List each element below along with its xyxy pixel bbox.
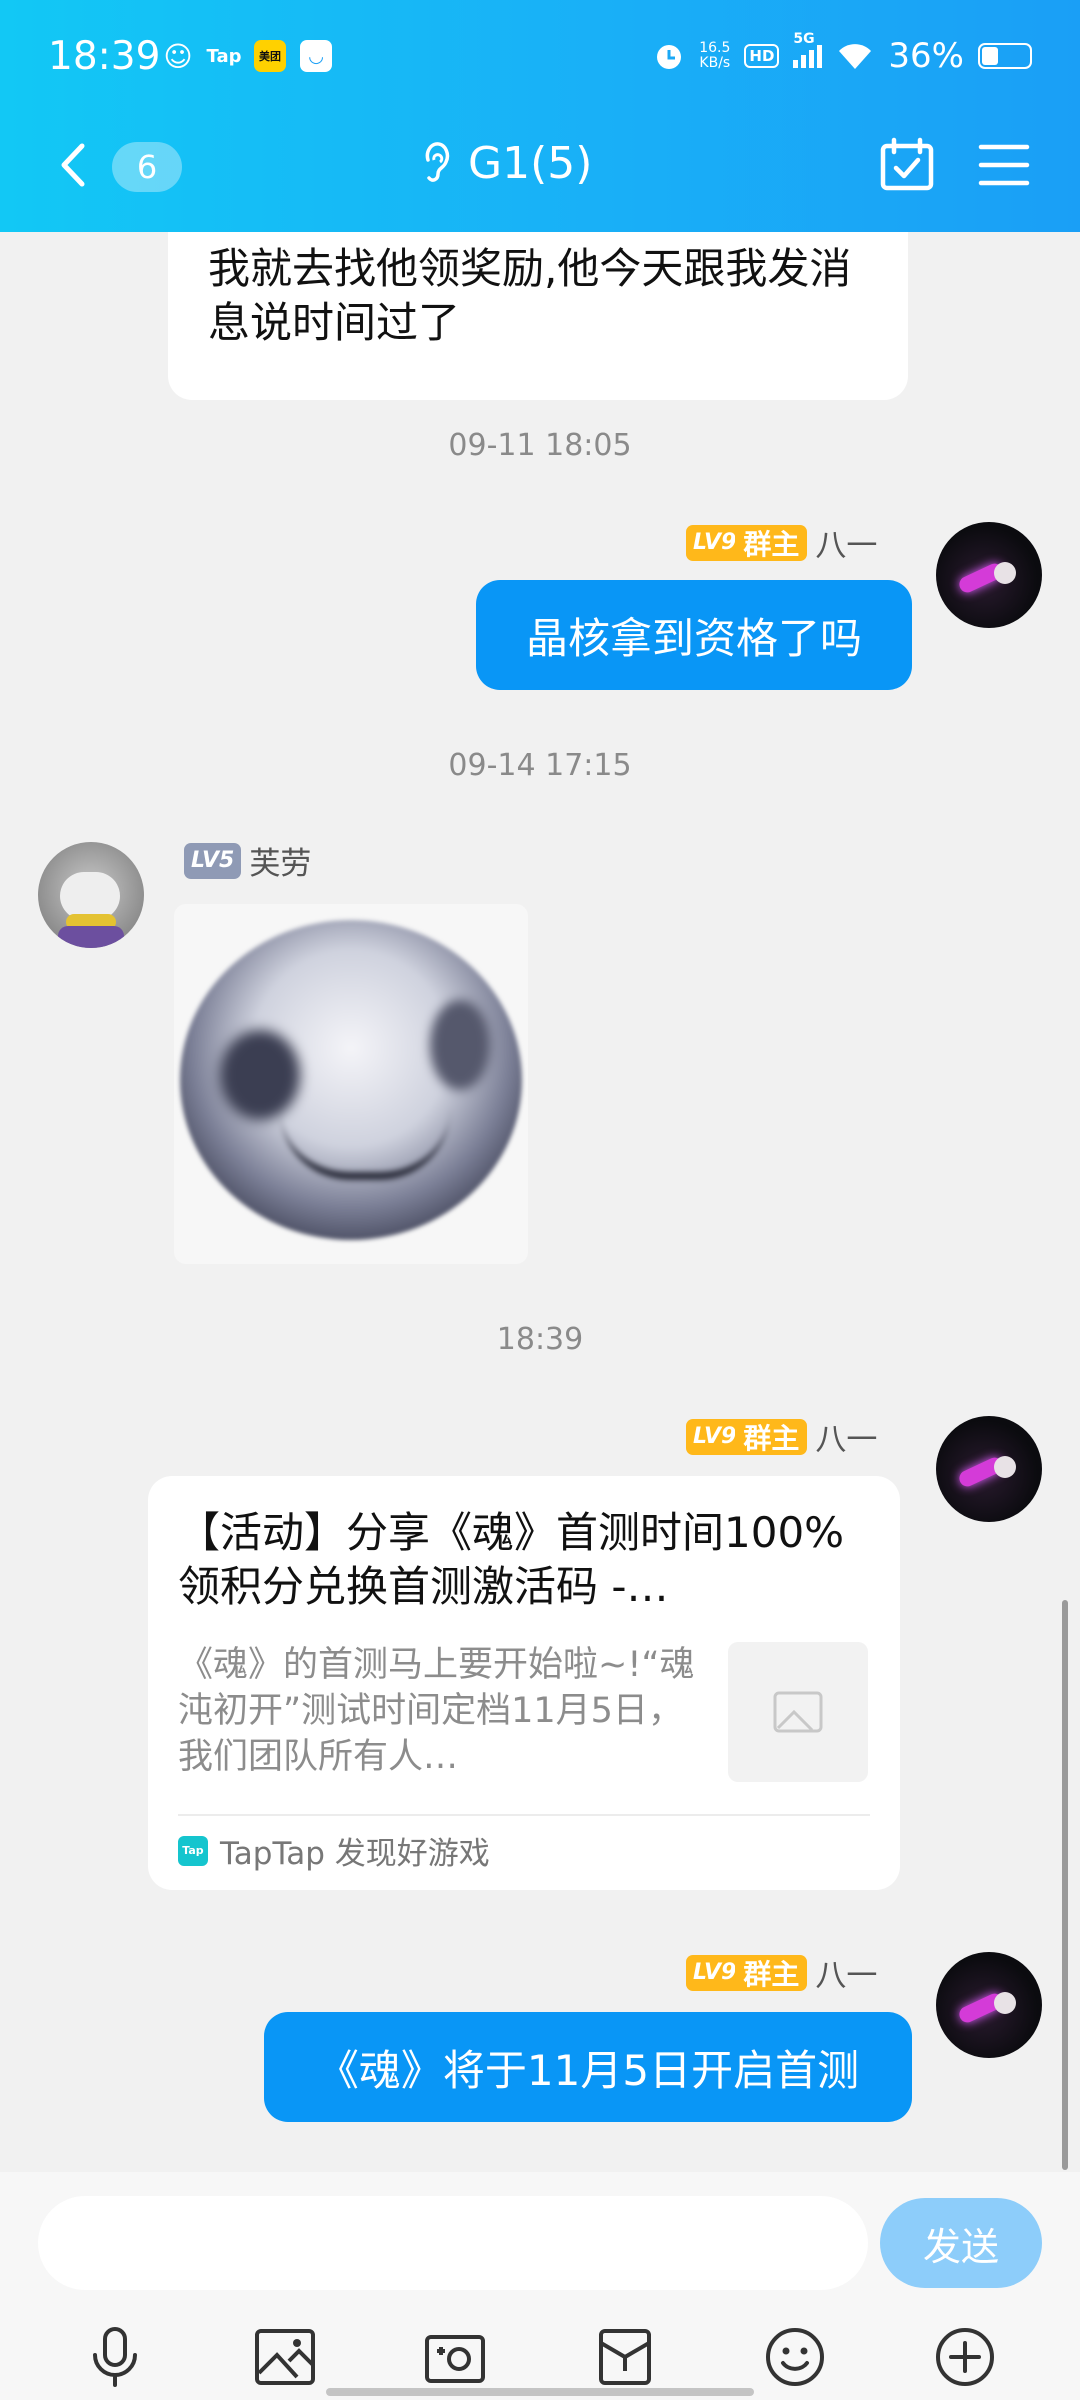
network-speed: 16.5 KB/s — [699, 41, 730, 71]
home-indicator[interactable] — [326, 2388, 754, 2396]
hd-badge: HD — [744, 44, 780, 68]
network-speed-unit: KB/s — [699, 55, 731, 71]
card-divider — [178, 1814, 870, 1816]
card-title: 【活动】分享《魂》首测时间100%领积分兑换首测激活码 -… — [178, 1508, 845, 1611]
camera-button[interactable] — [420, 2322, 490, 2392]
card-source: Tap TapTap 发现好游戏 — [178, 1828, 490, 1873]
sender-meta: LV5 芙劳 — [184, 838, 311, 883]
avatar[interactable] — [936, 522, 1042, 628]
sender-meta: LV9 群主 八一 — [686, 1950, 877, 1995]
message-bubble-blue[interactable]: 晶核拿到资格了吗 — [476, 580, 912, 690]
message-input[interactable] — [38, 2196, 868, 2290]
taptap-notif-icon: Tap — [206, 45, 242, 67]
signal-icon: 5G — [793, 31, 823, 68]
share-link-card[interactable]: 【活动】分享《魂》首测时间100%领积分兑换首测激活码 -… 《魂》的首测马上要… — [148, 1476, 900, 1890]
member-badge: LV9 群主 — [686, 1954, 808, 1991]
network-speed-value: 16.5 — [699, 40, 731, 56]
sender-meta: LV9 群主 八一 — [686, 1414, 877, 1459]
sender-name: 八一 — [815, 1422, 878, 1458]
red-packet-icon — [599, 2329, 651, 2385]
ear-icon — [425, 141, 450, 182]
avatar[interactable] — [38, 842, 144, 948]
camera-icon — [425, 2335, 485, 2383]
avatar[interactable] — [936, 1952, 1042, 2058]
notification-icons: ☺ Tap 美团 ◡ — [162, 39, 332, 73]
timestamp: 09-11 18:05 — [448, 428, 632, 463]
level-badge: LV5 — [184, 842, 242, 879]
chat-title: G1(5) — [468, 138, 593, 189]
sender-name: 八一 — [815, 1958, 878, 1994]
card-source-label: TapTap 发现好游戏 — [220, 1836, 490, 1872]
app-header: 18:39 ☺ Tap 美团 ◡ 16.5 KB/s HD 5G 36% 6 G… — [0, 0, 1080, 232]
shopping-bag-icon: ◡ — [300, 40, 332, 72]
scrollbar[interactable] — [1062, 1600, 1068, 2170]
card-thumbnail — [728, 1642, 868, 1782]
message-bubble-blue[interactable]: 《魂》将于11月5日开启首测 — [264, 2012, 912, 2122]
emoji-icon — [766, 2328, 824, 2386]
unread-count-badge[interactable]: 6 — [112, 142, 182, 192]
input-toolbar — [0, 2322, 1080, 2392]
battery-percent: 36% — [888, 36, 964, 76]
calendar-check-icon[interactable] — [878, 136, 936, 194]
alarm-icon — [657, 45, 682, 69]
emoji-button[interactable] — [760, 2322, 830, 2392]
send-button[interactable]: 发送 — [880, 2198, 1042, 2288]
meituan-icon: 美团 — [254, 40, 286, 72]
message-bubble-text[interactable]: 我就去找他领奖励,他今天跟我发消息说时间过了 — [168, 232, 908, 400]
message-text: 晶核拿到资格了吗 — [525, 613, 862, 663]
wechat-icon: ☺ — [163, 39, 193, 73]
picture-icon — [255, 2329, 315, 2385]
network-type: 5G — [793, 30, 815, 47]
input-area: 发送 — [0, 2172, 1080, 2400]
message-text: 《魂》将于11月5日开启首测 — [316, 2045, 860, 2095]
sticker-image[interactable] — [174, 904, 528, 1264]
status-bar: 18:39 ☺ Tap 美团 ◡ 16.5 KB/s HD 5G 36% — [0, 0, 1080, 115]
photo-button[interactable] — [250, 2322, 320, 2392]
red-packet-button[interactable] — [590, 2322, 660, 2392]
owner-badge: 群主 — [735, 1954, 808, 1991]
member-badge: LV9 群主 — [686, 524, 808, 561]
sender-name: 芙劳 — [249, 846, 312, 882]
owner-badge: 群主 — [735, 1418, 808, 1455]
member-badge: LV9 群主 — [686, 1418, 808, 1455]
chat-title-wrap[interactable]: G1(5) — [420, 138, 592, 189]
plus-circle-icon — [936, 2328, 994, 2386]
chat-nav-bar: 6 G1(5) — [0, 120, 1080, 210]
card-description: 《魂》的首测马上要开始啦~!“魂沌初开”测试时间定档11月5日，我们团队所有人… — [178, 1645, 695, 1777]
timestamp: 09-14 17:15 — [448, 748, 632, 783]
back-arrow-icon[interactable] — [50, 140, 100, 190]
sender-name: 八一 — [815, 528, 878, 564]
status-time: 18:39 — [48, 34, 161, 79]
taptap-logo-icon: Tap — [178, 1835, 208, 1866]
wifi-icon — [839, 44, 872, 69]
voice-button[interactable] — [80, 2322, 150, 2392]
microphone-icon — [93, 2327, 137, 2387]
owner-badge: 群主 — [735, 524, 808, 561]
avatar[interactable] — [936, 1416, 1042, 1522]
more-button[interactable] — [930, 2322, 1000, 2392]
status-right: 16.5 KB/s HD 5G 36% — [653, 31, 1032, 76]
chat-message-list[interactable]: 我就去找他领奖励,他今天跟我发消息说时间过了 09-11 18:05 LV9 群… — [0, 232, 1080, 2172]
message-text: 我就去找他领奖励,他今天跟我发消息说时间过了 — [208, 244, 852, 347]
timestamp: 18:39 — [496, 1322, 584, 1357]
menu-icon[interactable] — [978, 142, 1030, 188]
battery-icon — [978, 43, 1032, 69]
sender-meta: LV9 群主 八一 — [686, 520, 877, 565]
image-placeholder-icon — [773, 1691, 823, 1733]
